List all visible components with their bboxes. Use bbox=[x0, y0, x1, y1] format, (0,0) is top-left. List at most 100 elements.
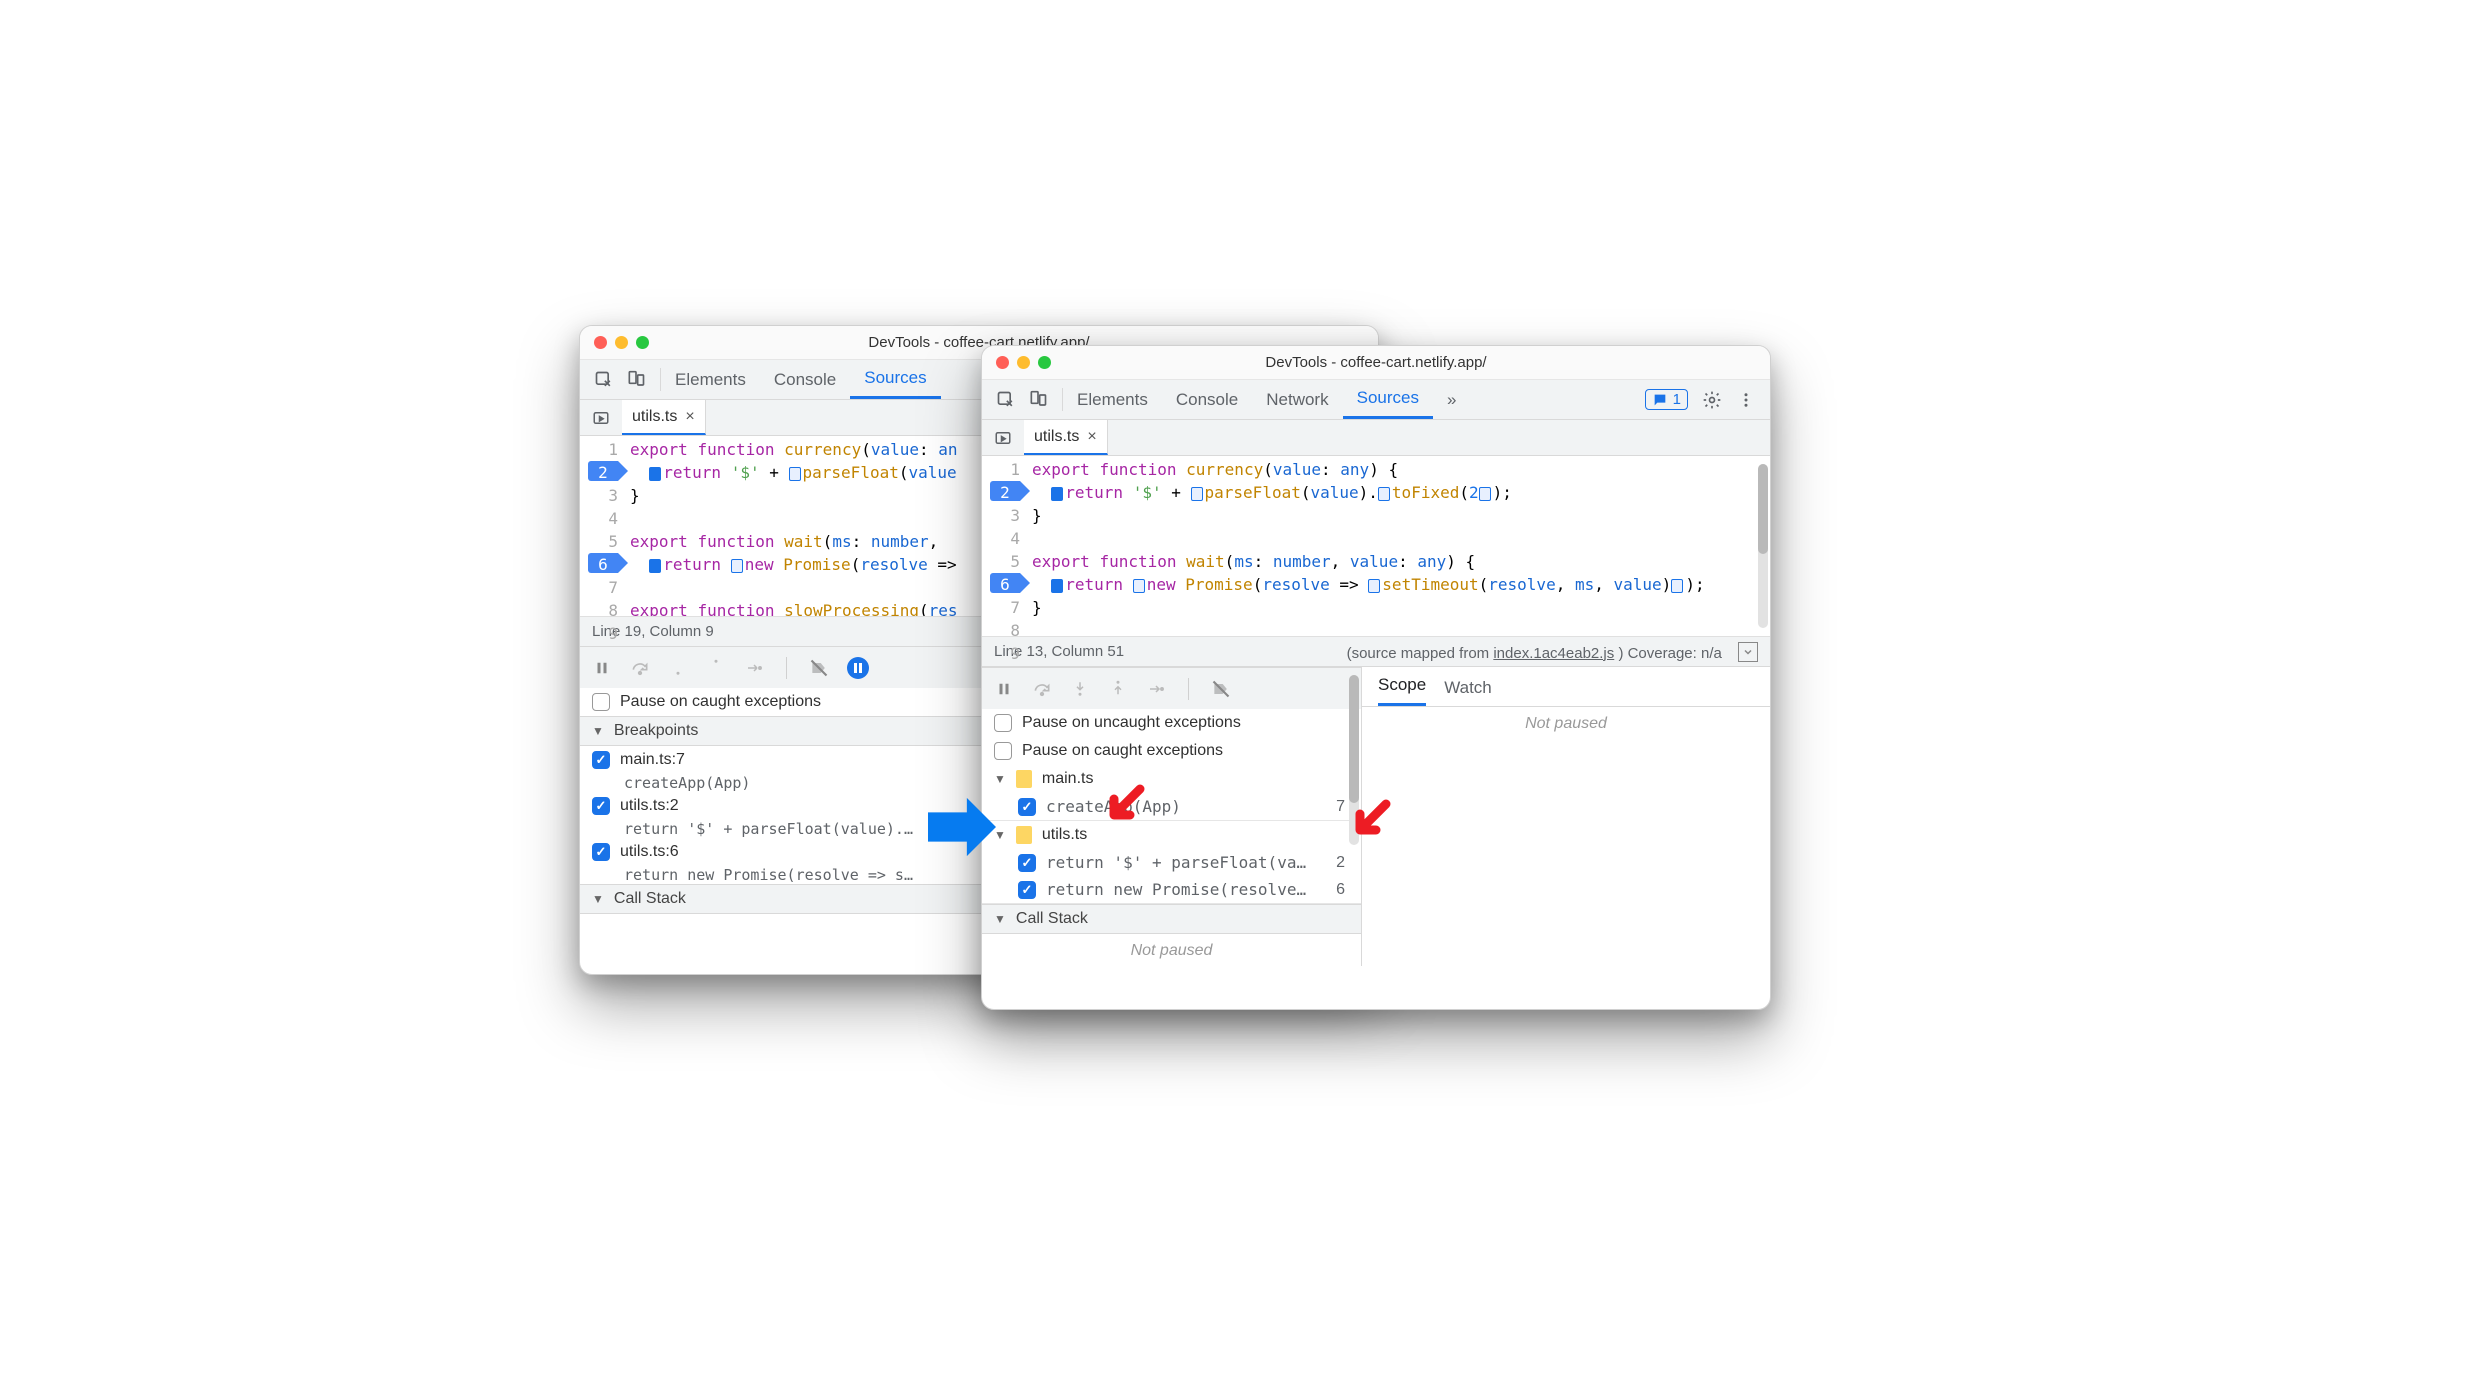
checkbox-checked[interactable] bbox=[1018, 854, 1036, 872]
file-name: main.ts bbox=[1042, 770, 1094, 788]
open-file-tab[interactable]: utils.ts × bbox=[1024, 420, 1108, 455]
kebab-menu-icon[interactable] bbox=[1736, 390, 1756, 410]
deactivate-breakpoints-icon[interactable] bbox=[809, 658, 829, 678]
show-navigator-icon[interactable] bbox=[982, 429, 1024, 447]
file-icon bbox=[1016, 826, 1032, 844]
callstack-header-label: Call Stack bbox=[614, 890, 686, 908]
show-navigator-icon[interactable] bbox=[580, 409, 622, 427]
checkbox-unchecked[interactable] bbox=[592, 693, 610, 711]
file-group-header[interactable]: ▼ utils.ts bbox=[982, 820, 1361, 849]
deactivate-breakpoints-icon[interactable] bbox=[1211, 679, 1231, 699]
select-element-icon[interactable] bbox=[996, 390, 1016, 410]
step-out-icon[interactable] bbox=[1108, 679, 1128, 699]
step-over-icon[interactable] bbox=[1032, 679, 1052, 699]
tab-elements[interactable]: Elements bbox=[1063, 380, 1162, 419]
checkbox-checked[interactable] bbox=[1018, 798, 1036, 816]
breakpoint-marker[interactable]: 6 bbox=[990, 573, 1020, 593]
breakpoint-item[interactable]: createApp(App) 7 bbox=[982, 793, 1361, 820]
traffic-lights bbox=[996, 356, 1051, 369]
checkbox-checked[interactable] bbox=[592, 751, 610, 769]
step-into-icon[interactable] bbox=[668, 658, 688, 678]
tab-sources[interactable]: Sources bbox=[850, 360, 940, 399]
debugger-left-pane: Pause on uncaught exceptions Pause on ca… bbox=[982, 667, 1362, 966]
file-tab-label: utils.ts bbox=[632, 408, 677, 426]
breakpoint-title: utils.ts:6 bbox=[620, 843, 679, 861]
zoom-window-icon[interactable] bbox=[636, 336, 649, 349]
top-tabs: Elements Console Network Sources » 1 bbox=[982, 380, 1770, 420]
select-element-icon[interactable] bbox=[594, 370, 614, 390]
checkbox-unchecked[interactable] bbox=[994, 742, 1012, 760]
titlebar: DevTools - coffee-cart.netlify.app/ bbox=[982, 346, 1770, 380]
step-icon[interactable] bbox=[1146, 679, 1166, 699]
tab-console[interactable]: Console bbox=[760, 360, 850, 399]
left-icons bbox=[982, 380, 1062, 419]
step-icon[interactable] bbox=[744, 658, 764, 678]
divider bbox=[1188, 678, 1189, 700]
breakpoint-marker[interactable]: 2 bbox=[588, 461, 618, 481]
traffic-lights bbox=[594, 336, 649, 349]
source-map-link[interactable]: index.1ac4eab2.js bbox=[1493, 645, 1614, 662]
tab-elements[interactable]: Elements bbox=[661, 360, 760, 399]
callstack-not-paused: Not paused bbox=[982, 934, 1361, 968]
callstack-section-header[interactable]: ▼ Call Stack bbox=[982, 904, 1361, 934]
file-name: utils.ts bbox=[1042, 826, 1087, 844]
close-tab-icon[interactable]: × bbox=[1087, 428, 1096, 446]
source-map-label: (source mapped from bbox=[1347, 645, 1494, 662]
scrollbar[interactable] bbox=[1758, 464, 1768, 628]
chevron-down-icon: ▼ bbox=[592, 892, 604, 906]
pause-icon[interactable] bbox=[994, 679, 1014, 699]
file-tab-label: utils.ts bbox=[1034, 428, 1079, 446]
breakpoint-code: return '$' + parseFloat(va… bbox=[1046, 853, 1322, 872]
minimize-window-icon[interactable] bbox=[615, 336, 628, 349]
feedback-count: 1 bbox=[1673, 391, 1681, 408]
zoom-window-icon[interactable] bbox=[1038, 356, 1051, 369]
tab-network[interactable]: Network bbox=[1252, 380, 1342, 419]
close-window-icon[interactable] bbox=[594, 336, 607, 349]
file-icon bbox=[1016, 770, 1032, 788]
breakpoint-title: main.ts:7 bbox=[620, 751, 685, 769]
checkbox-unchecked[interactable] bbox=[994, 714, 1012, 732]
devtools-window-front: DevTools - coffee-cart.netlify.app/ Elem… bbox=[981, 345, 1771, 1010]
pause-on-exceptions-toggle[interactable] bbox=[847, 657, 869, 679]
checkbox-checked[interactable] bbox=[592, 797, 610, 815]
pause-icon[interactable] bbox=[592, 658, 612, 678]
step-into-icon[interactable] bbox=[1070, 679, 1090, 699]
gear-icon[interactable] bbox=[1702, 390, 1722, 410]
tab-sources[interactable]: Sources bbox=[1343, 380, 1433, 419]
file-group-header[interactable]: ▼ main.ts bbox=[982, 765, 1361, 793]
pause-uncaught-row[interactable]: Pause on uncaught exceptions bbox=[982, 709, 1361, 737]
open-file-tab[interactable]: utils.ts × bbox=[622, 400, 706, 435]
more-tabs[interactable]: » bbox=[1433, 380, 1470, 419]
sidebar-toggle-icon[interactable] bbox=[1738, 642, 1758, 662]
breakpoint-marker[interactable]: 2 bbox=[990, 481, 1020, 501]
close-tab-icon[interactable]: × bbox=[685, 408, 694, 426]
debugger-right-pane: Scope Watch Not paused bbox=[1362, 667, 1770, 966]
editor-status: Line 13, Column 51 (source mapped from i… bbox=[982, 636, 1770, 666]
tab-scope[interactable]: Scope bbox=[1378, 667, 1426, 706]
checkbox-checked[interactable] bbox=[592, 843, 610, 861]
tab-watch[interactable]: Watch bbox=[1444, 670, 1492, 706]
breakpoint-item[interactable]: return '$' + parseFloat(va… 2 bbox=[982, 849, 1361, 876]
close-window-icon[interactable] bbox=[996, 356, 1009, 369]
chevron-down-icon: ▼ bbox=[994, 772, 1006, 786]
breakpoint-code: return new Promise(resolve… bbox=[1046, 880, 1322, 899]
breakpoint-code: createApp(App) bbox=[1046, 797, 1322, 816]
step-out-icon[interactable] bbox=[706, 658, 726, 678]
gutter: 1 2 3 4 5 6 7 8 9 bbox=[982, 456, 1026, 636]
step-over-icon[interactable] bbox=[630, 658, 650, 678]
device-toggle-icon[interactable] bbox=[626, 370, 646, 390]
scope-watch-tabs: Scope Watch bbox=[1362, 667, 1770, 707]
feedback-chip[interactable]: 1 bbox=[1645, 389, 1688, 410]
breakpoint-line: 2 bbox=[1332, 854, 1349, 872]
breakpoint-marker[interactable]: 6 bbox=[588, 553, 618, 573]
pause-caught-label: Pause on caught exceptions bbox=[1022, 742, 1223, 760]
pause-caught-row[interactable]: Pause on caught exceptions bbox=[982, 737, 1361, 765]
tab-console[interactable]: Console bbox=[1162, 380, 1252, 419]
code-editor[interactable]: 1 2 3 4 5 6 7 8 9 export function curren… bbox=[982, 456, 1770, 636]
coverage-label: ) Coverage: n/a bbox=[1618, 645, 1721, 662]
device-toggle-icon[interactable] bbox=[1028, 390, 1048, 410]
breakpoint-item[interactable]: return new Promise(resolve… 6 bbox=[982, 876, 1361, 904]
annotation-arrow-red bbox=[1100, 783, 1148, 831]
minimize-window-icon[interactable] bbox=[1017, 356, 1030, 369]
checkbox-checked[interactable] bbox=[1018, 881, 1036, 899]
